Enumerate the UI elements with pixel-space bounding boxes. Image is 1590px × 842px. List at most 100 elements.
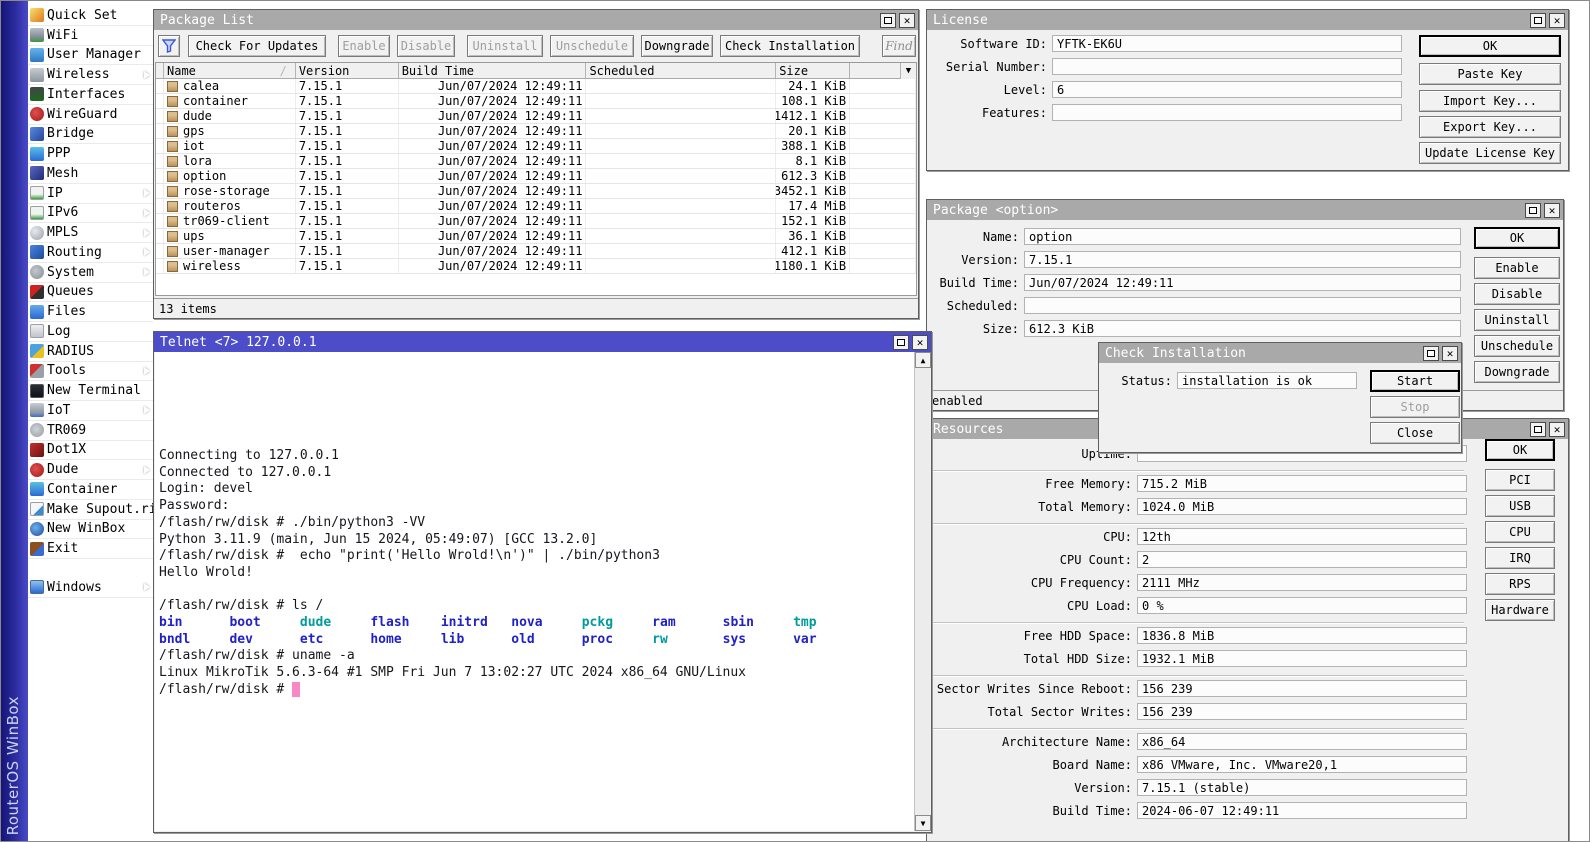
field-cpu-load[interactable]: 0 % — [1137, 597, 1467, 614]
rps-button[interactable]: RPS — [1485, 573, 1555, 595]
sidebar-item-wireless[interactable]: Wireless — [28, 65, 153, 85]
export-key-button[interactable]: Export Key... — [1419, 116, 1561, 138]
field-free-memory[interactable]: 715.2 MiB — [1137, 475, 1467, 492]
sidebar-item-quick-set[interactable]: Quick Set — [28, 6, 153, 26]
sidebar-item-tr069[interactable]: TR069 — [28, 421, 153, 441]
sidebar-item-system[interactable]: System — [28, 263, 153, 283]
field-cpu-frequency[interactable]: 2111 MHz — [1137, 574, 1467, 591]
usb-button[interactable]: USB — [1485, 495, 1555, 517]
disable-button[interactable]: Disable — [1474, 283, 1560, 305]
package-option-titlebar[interactable]: Package <option> ✕ — [927, 200, 1563, 220]
unschedule-button[interactable]: Unschedule — [1474, 335, 1560, 357]
table-row[interactable]: routeros7.15.1Jun/07/2024 12:49:1117.4 M… — [156, 199, 916, 214]
sidebar-item-new-winbox[interactable]: New WinBox — [28, 520, 153, 540]
close-icon[interactable]: ✕ — [912, 335, 928, 350]
sidebar-item-ip[interactable]: IP — [28, 184, 153, 204]
close-icon[interactable]: ✕ — [1544, 203, 1560, 218]
field-scheduled[interactable] — [1024, 297, 1461, 314]
sidebar-item-wireguard[interactable]: WireGuard — [28, 105, 153, 125]
field-sector-writes-since-reboot[interactable]: 156 239 — [1137, 680, 1467, 697]
table-row[interactable]: ups7.15.1Jun/07/2024 12:49:1136.1 KiB — [156, 229, 916, 244]
stop-button[interactable]: Stop — [1370, 396, 1460, 418]
field-build-time[interactable]: 2024-06-07 12:49:11 — [1137, 802, 1467, 819]
cpu-button[interactable]: CPU — [1485, 521, 1555, 543]
table-row[interactable]: dude7.15.1Jun/07/2024 12:49:111412.1 KiB — [156, 109, 916, 124]
downgrade-button[interactable]: Downgrade — [1474, 361, 1560, 383]
field-build-time[interactable]: Jun/07/2024 12:49:11 — [1024, 274, 1461, 291]
field-name[interactable]: option — [1024, 228, 1461, 245]
close-icon[interactable]: ✕ — [1549, 13, 1565, 28]
maximize-icon[interactable] — [893, 335, 909, 350]
maximize-icon[interactable] — [1525, 203, 1541, 218]
scroll-down-icon[interactable]: ▼ — [915, 815, 931, 831]
license-titlebar[interactable]: License ✕ — [927, 10, 1568, 30]
enable-button[interactable]: Enable — [1474, 257, 1560, 279]
find-button[interactable]: Find — [882, 35, 916, 57]
field-cpu-count[interactable]: 2 — [1137, 551, 1467, 568]
close-button[interactable]: Close — [1370, 422, 1460, 444]
unschedule-button[interactable]: Unschedule — [550, 35, 634, 57]
column-header-name[interactable]: Name/ — [164, 63, 296, 78]
hardware-button[interactable]: Hardware — [1485, 599, 1555, 621]
maximize-icon[interactable] — [1423, 346, 1439, 361]
maximize-icon[interactable] — [880, 13, 896, 28]
field-architecture-name[interactable]: x86_64 — [1137, 733, 1467, 750]
ok-button[interactable]: OK — [1474, 227, 1560, 249]
table-row[interactable]: rose-storage7.15.1Jun/07/2024 12:49:1134… — [156, 184, 916, 199]
sidebar-item-container[interactable]: Container — [28, 480, 153, 500]
package-list-titlebar[interactable]: Package List ✕ — [154, 10, 918, 30]
table-row[interactable]: iot7.15.1Jun/07/2024 12:49:11388.1 KiB — [156, 139, 916, 154]
paste-key-button[interactable]: Paste Key — [1419, 63, 1561, 85]
sidebar-item-ipv6[interactable]: IPv6 — [28, 204, 153, 224]
maximize-icon[interactable] — [1530, 13, 1546, 28]
field-total-sector-writes[interactable]: 156 239 — [1137, 703, 1467, 720]
sidebar-item-queues[interactable]: Queues — [28, 283, 153, 303]
column-header-size[interactable]: Size — [776, 63, 850, 78]
field-cpu[interactable]: 12th — [1137, 528, 1467, 545]
sidebar-item-dot1x[interactable]: Dot1X — [28, 441, 153, 461]
sidebar-item-make-supout-rif[interactable]: Make Supout.rif — [28, 500, 153, 520]
terminal-area[interactable]: Connecting to 127.0.0.1Connected to 127.… — [155, 352, 930, 831]
check-for-updates-button[interactable]: Check For Updates — [188, 35, 326, 57]
irq-button[interactable]: IRQ — [1485, 547, 1555, 569]
sidebar-item-mpls[interactable]: MPLS — [28, 223, 153, 243]
sidebar-item-new-terminal[interactable]: New Terminal — [28, 381, 153, 401]
status-field[interactable]: installation is ok — [1177, 372, 1357, 389]
sidebar-item-log[interactable]: Log — [28, 322, 153, 342]
field-version[interactable]: 7.15.1 — [1024, 251, 1461, 268]
sidebar-item-mesh[interactable]: Mesh — [28, 164, 153, 184]
table-row[interactable]: tr069-client7.15.1Jun/07/2024 12:49:1115… — [156, 214, 916, 229]
check-installation-button[interactable]: Check Installation — [720, 35, 860, 57]
sidebar-item-routing[interactable]: Routing — [28, 243, 153, 263]
ok-button[interactable]: OK — [1419, 35, 1561, 57]
sidebar-item-bridge[interactable]: Bridge — [28, 125, 153, 145]
scroll-up-icon[interactable]: ▲ — [915, 352, 931, 368]
import-key-button[interactable]: Import Key... — [1419, 90, 1561, 112]
sidebar-item-interfaces[interactable]: Interfaces — [28, 85, 153, 105]
table-row[interactable]: gps7.15.1Jun/07/2024 12:49:1120.1 KiB — [156, 124, 916, 139]
sidebar-item-files[interactable]: Files — [28, 302, 153, 322]
field-version[interactable]: 7.15.1 (stable) — [1137, 779, 1467, 796]
pci-button[interactable]: PCI — [1485, 469, 1555, 491]
column-header-scheduled[interactable]: Scheduled — [586, 63, 776, 78]
sidebar-item-dude[interactable]: Dude — [28, 460, 153, 480]
sidebar-item-iot[interactable]: IoT — [28, 401, 153, 421]
downgrade-button[interactable]: Downgrade — [641, 35, 713, 57]
filter-button[interactable] — [158, 35, 180, 57]
column-select-icon[interactable]: ▼ — [900, 63, 916, 79]
table-row[interactable]: user-manager7.15.1Jun/07/2024 12:49:1141… — [156, 244, 916, 259]
sidebar-item-tools[interactable]: Tools — [28, 362, 153, 382]
sidebar-item-wifi[interactable]: WiFi — [28, 26, 153, 46]
field-level[interactable]: 6 — [1052, 81, 1402, 98]
update-license-key-button[interactable]: Update License Key — [1419, 142, 1561, 164]
start-button[interactable]: Start — [1370, 370, 1460, 392]
field-software-id[interactable]: YFTK-EK6U — [1052, 35, 1402, 52]
check-installation-titlebar[interactable]: Check Installation ✕ — [1099, 343, 1461, 363]
field-features[interactable] — [1052, 104, 1402, 121]
table-row[interactable]: wireless7.15.1Jun/07/2024 12:49:111180.1… — [156, 259, 916, 274]
field-total-memory[interactable]: 1024.0 MiB — [1137, 498, 1467, 515]
column-header-version[interactable]: Version — [296, 63, 399, 78]
uninstall-button[interactable]: Uninstall — [467, 35, 543, 57]
close-icon[interactable]: ✕ — [1442, 346, 1458, 361]
sidebar-item-ppp[interactable]: PPP — [28, 144, 153, 164]
